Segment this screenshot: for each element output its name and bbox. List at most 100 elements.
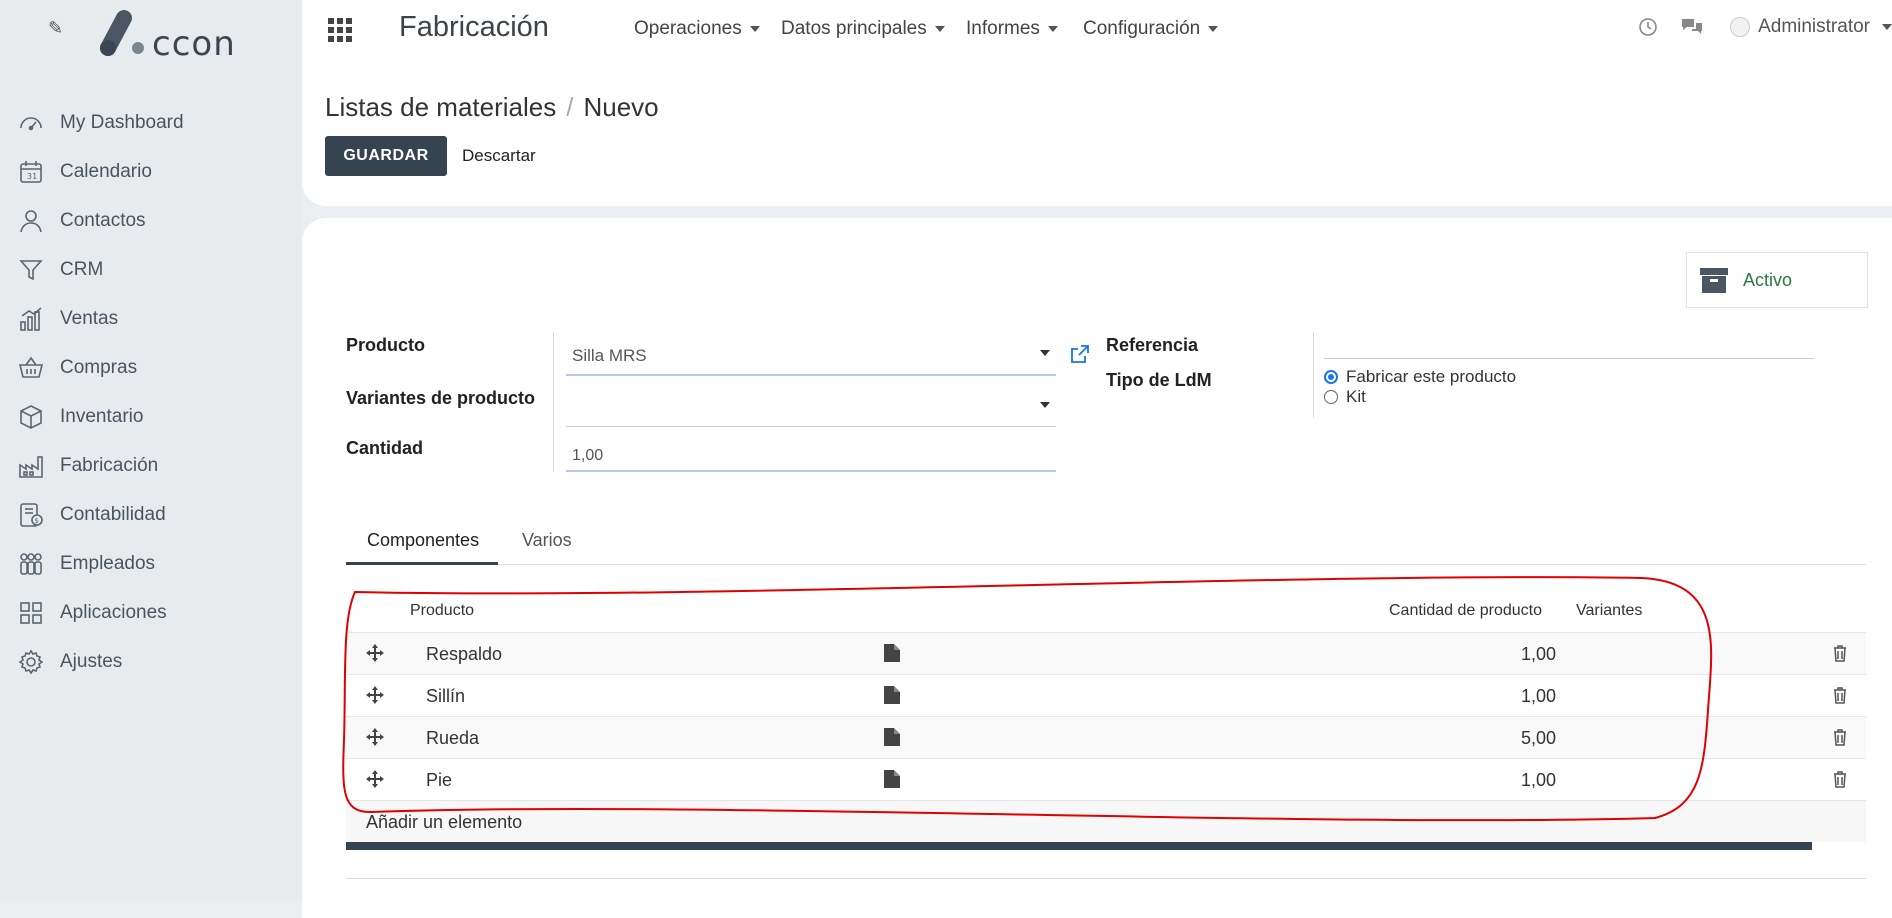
sidebar-item-label: Empleados [60, 552, 156, 574]
active-label: Activo [1743, 269, 1793, 290]
clock-icon[interactable] [1638, 17, 1658, 37]
sidebar-item-contacts[interactable]: Contactos [0, 196, 302, 245]
sidebar-item-dashboard[interactable]: My Dashboard [0, 98, 302, 147]
column-header-product[interactable]: Producto [410, 602, 474, 620]
svg-text:$: $ [35, 517, 39, 525]
sidebar-item-accounting[interactable]: $ Contabilidad [0, 490, 302, 539]
horizontal-scrollbar[interactable] [346, 842, 1812, 850]
avatar[interactable] [1730, 17, 1751, 37]
caret-down-icon [1040, 350, 1050, 356]
product-value: Silla MRS [572, 346, 647, 365]
breadcrumb: Listas de materiales / Nuevo [325, 92, 659, 123]
calendar-icon: 31 [20, 160, 42, 183]
gear-icon [18, 649, 44, 674]
document-icon[interactable] [884, 644, 900, 662]
sidebar-item-label: Contactos [60, 209, 146, 231]
caret-down-icon [1882, 24, 1892, 30]
sidebar-item-sales[interactable]: Ventas [0, 294, 302, 343]
active-toggle-button[interactable]: Activo [1686, 252, 1868, 308]
active-tab-indicator [346, 562, 498, 565]
sidebar-item-crm[interactable]: CRM [0, 245, 302, 294]
contact-icon [20, 209, 42, 232]
drag-handle-icon[interactable] [366, 686, 384, 704]
sidebar-item-settings[interactable]: Ajustes [0, 637, 302, 686]
product-cell: Pie [426, 770, 453, 790]
tab-varios[interactable]: Varios [522, 530, 572, 551]
quantity-value: 1,00 [572, 447, 604, 464]
reference-input[interactable] [1324, 328, 1814, 359]
brand-logo-icon [100, 10, 144, 56]
quantity-label: Cantidad [346, 438, 424, 458]
factory-icon [19, 455, 43, 478]
control-panel: Listas de materiales / Nuevo GUARDAR Desca… [302, 62, 1892, 206]
breadcrumb-current: Nuevo [583, 92, 659, 122]
discard-button[interactable]: Descartar [462, 146, 536, 166]
sidebar-item-employees[interactable]: Empleados [0, 539, 302, 588]
add-line-link[interactable]: Añadir un elemento [366, 812, 522, 833]
save-button[interactable]: GUARDAR [325, 136, 447, 176]
menu-label: Configuración [1083, 18, 1201, 39]
trash-icon[interactable] [1833, 729, 1847, 746]
tab-componentes[interactable]: Componentes [367, 530, 479, 551]
drag-handle-icon[interactable] [366, 728, 384, 746]
column-header-variants[interactable]: Variantes [1576, 602, 1642, 620]
drag-handle-icon[interactable] [366, 770, 384, 788]
menu-label: Informes [966, 18, 1040, 39]
column-header-quantity[interactable]: Cantidad de producto [1389, 602, 1542, 620]
product-cell: Rueda [426, 728, 480, 748]
user-name[interactable]: Administrator [1758, 16, 1870, 38]
variants-label: Variantes de producto [346, 388, 536, 408]
sidebar-item-label: Inventario [60, 405, 144, 427]
table-row[interactable]: Sillín 1,00 [346, 674, 1866, 716]
sidebar-item-label: Fabricación [60, 454, 159, 476]
filter-icon [19, 259, 43, 280]
document-icon[interactable] [884, 728, 900, 746]
radio-kit[interactable]: Kit [1324, 387, 1366, 407]
sidebar-item-calendar[interactable]: 31 Calendario [0, 147, 302, 196]
sidebar-item-manufacturing[interactable]: Fabricación [0, 441, 302, 490]
document-icon[interactable] [884, 686, 900, 704]
menu-informes[interactable]: Informes [966, 18, 1058, 40]
apps-grid-icon[interactable] [328, 18, 352, 42]
chart-icon [20, 306, 42, 331]
app-title[interactable]: Fabricación [399, 11, 549, 44]
trash-icon[interactable] [1833, 645, 1847, 662]
quantity-cell: 1,00 [1520, 644, 1556, 664]
brand-name: ccon [152, 24, 236, 64]
sidebar-item-purchases[interactable]: Compras [0, 343, 302, 392]
box-icon [20, 404, 42, 429]
table-row[interactable]: Respaldo 1,00 [346, 632, 1866, 674]
radio-label: Kit [1346, 387, 1366, 406]
product-cell: Respaldo [426, 644, 503, 664]
table-row[interactable]: Pie 1,00 [346, 758, 1866, 800]
divider [1313, 332, 1314, 418]
table-bottom-border [346, 878, 1866, 879]
edit-icon[interactable]: ✎ [48, 18, 63, 39]
reference-label: Referencia [1106, 335, 1199, 355]
menu-label: Operaciones [634, 18, 742, 39]
sidebar-item-apps[interactable]: Aplicaciones [0, 588, 302, 637]
document-icon[interactable] [884, 770, 900, 788]
chat-icon[interactable] [1680, 17, 1704, 37]
table-row[interactable]: Rueda 5,00 [346, 716, 1866, 758]
trash-icon[interactable] [1833, 687, 1847, 704]
notebook-tabs: Componentes Varios [346, 518, 1866, 565]
quantity-cell: 1,00 [1520, 770, 1556, 790]
trash-icon[interactable] [1833, 771, 1847, 788]
logo: ✎ ccon [48, 8, 248, 64]
menu-operaciones[interactable]: Operaciones [634, 18, 760, 40]
external-link-icon[interactable] [1070, 344, 1090, 364]
basket-icon [18, 356, 44, 378]
radio-checked-icon [1324, 370, 1338, 384]
top-navbar: Fabricación Operaciones Datos principale… [302, 0, 1892, 62]
sidebar-item-inventory[interactable]: Inventario [0, 392, 302, 441]
menu-configuracion[interactable]: Configuración [1083, 18, 1219, 40]
radio-manufacture[interactable]: Fabricar este producto [1324, 367, 1516, 387]
product-field[interactable]: Silla MRS [566, 328, 1056, 376]
drag-handle-icon[interactable] [366, 644, 384, 662]
sidebar-nav: My Dashboard 31 Calendario Contactos CRM… [0, 98, 302, 686]
breadcrumb-parent[interactable]: Listas de materiales [325, 92, 556, 122]
product-variants-field[interactable] [566, 378, 1056, 427]
menu-datos-principales[interactable]: Datos principales [781, 18, 945, 40]
quantity-field[interactable]: 1,00 [566, 434, 1056, 472]
